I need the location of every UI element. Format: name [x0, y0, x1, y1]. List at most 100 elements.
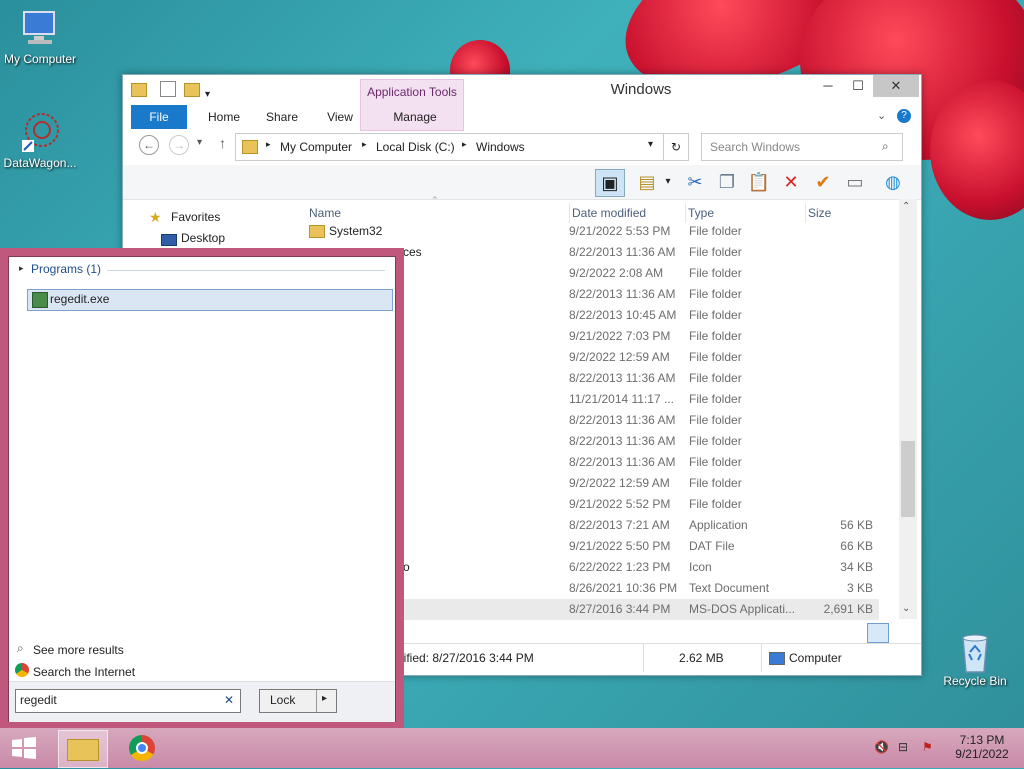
up-button[interactable]: ↑: [219, 135, 226, 151]
recent-locations-icon[interactable]: ▾: [197, 137, 202, 148]
taskbar-explorer[interactable]: [58, 730, 108, 768]
datawagon-icon: [20, 112, 60, 152]
refresh-button[interactable]: ↻: [663, 133, 689, 161]
nav-favorites[interactable]: Favorites: [171, 210, 220, 224]
scroll-up-arrow[interactable]: ⌃: [902, 201, 910, 212]
desktop-icon-my-computer[interactable]: My Computer: [0, 8, 80, 66]
table-row[interactable]: System32 9/21/2022 5:53 PM File folder: [303, 221, 879, 242]
chevron-down-icon[interactable]: ▾: [648, 139, 653, 150]
large-icons-view-button[interactable]: [893, 623, 911, 641]
paste-icon[interactable]: 📋: [745, 169, 773, 195]
search-box[interactable]: Search Windows ⌕: [701, 133, 903, 161]
cell-type: Text Document: [689, 581, 770, 595]
minimize-button[interactable]: ─: [813, 75, 843, 97]
see-more-results-link[interactable]: See more results: [33, 643, 124, 657]
tab-share[interactable]: Share: [253, 105, 311, 129]
column-header-type[interactable]: Type: [685, 203, 714, 223]
cell-date: 8/22/2013 11:36 AM: [569, 245, 676, 259]
forward-button[interactable]: →: [169, 135, 189, 155]
cell-type: File folder: [689, 413, 742, 427]
star-icon: ★: [149, 209, 162, 225]
desktop-icon-recycle-bin[interactable]: Recycle Bin: [935, 630, 1015, 688]
column-header-size[interactable]: Size: [805, 203, 831, 223]
cell-date: 9/2/2022 2:08 AM: [569, 266, 664, 280]
back-button[interactable]: ←: [139, 135, 159, 155]
cell-type: File folder: [689, 371, 742, 385]
power-options-arrow-icon[interactable]: ▸: [322, 693, 327, 704]
globe-icon[interactable]: ◍: [879, 169, 907, 195]
start-button[interactable]: [0, 730, 48, 766]
network-icon[interactable]: ⊟: [898, 740, 908, 754]
desktop-icon-label: DataWagon...: [3, 156, 77, 170]
taskbar-chrome[interactable]: [118, 730, 166, 766]
status-date-modified: lified: 8/27/2016 3:44 PM: [401, 651, 534, 665]
clock[interactable]: 7:13 PM 9/21/2022: [950, 733, 1014, 761]
cell-date: 9/2/2022 12:59 AM: [569, 350, 670, 364]
rename-icon[interactable]: ▭: [841, 169, 869, 195]
checkmark-icon[interactable]: ✔: [809, 169, 837, 195]
scroll-thumb[interactable]: [901, 441, 915, 517]
cell-type: File folder: [689, 308, 742, 322]
nav-desktop[interactable]: Desktop: [181, 231, 225, 245]
desktop-icon-datawagon[interactable]: DataWagon...: [0, 112, 80, 170]
cell-size: 56 KB: [840, 518, 873, 532]
status-divider: [643, 644, 644, 672]
sort-ascending-icon: ⌃: [431, 195, 439, 205]
tab-file[interactable]: File: [131, 105, 187, 129]
cell-date: 6/22/2022 1:23 PM: [569, 560, 671, 574]
maximize-button[interactable]: ☐: [843, 75, 873, 97]
help-icon[interactable]: ?: [897, 109, 911, 123]
status-size: 2.62 MB: [679, 651, 724, 665]
cell-type: File folder: [689, 245, 742, 259]
cell-type: File folder: [689, 476, 742, 490]
chevron-down-icon[interactable]: ▾: [661, 169, 675, 195]
column-header-name[interactable]: Name: [309, 203, 341, 223]
cell-date: 11/21/2014 11:17 ...: [569, 392, 674, 406]
clock-date: 9/21/2022: [955, 747, 1009, 761]
breadcrumb-local-disk[interactable]: Local Disk (C:): [376, 140, 455, 154]
clear-search-icon[interactable]: ✕: [224, 693, 234, 707]
cut-icon[interactable]: ✂: [681, 169, 709, 195]
programs-group-label[interactable]: Programs (1): [31, 262, 101, 276]
column-header-date[interactable]: Date modified: [569, 203, 646, 223]
expand-arrow-icon[interactable]: ▸: [19, 263, 24, 274]
search-placeholder: Search Windows: [710, 140, 801, 154]
vertical-scrollbar[interactable]: ⌃ ⌄: [899, 199, 917, 619]
status-divider: [761, 644, 762, 672]
preview-pane-icon[interactable]: ▣: [595, 169, 625, 197]
properties-folder-icon[interactable]: ▤: [633, 169, 661, 195]
search-internet-link[interactable]: Search the Internet: [33, 665, 135, 679]
lock-label: Lock: [270, 693, 296, 707]
cell-name: ces: [403, 245, 422, 259]
address-field[interactable]: ▸ My Computer ▸ Local Disk (C:) ▸ Window…: [235, 133, 665, 161]
tab-home[interactable]: Home: [195, 105, 253, 129]
status-location: Computer: [789, 651, 842, 665]
tab-view[interactable]: View: [311, 105, 369, 129]
search-results-pane: ▸ Programs (1) regedit.exe ⌕ See more re…: [8, 256, 396, 722]
cell-date: 8/22/2013 11:36 AM: [569, 434, 676, 448]
breadcrumb-my-computer[interactable]: My Computer: [280, 140, 352, 154]
title-bar[interactable]: ▾ Windows ─ ☐ ✕: [123, 75, 921, 105]
delete-icon[interactable]: ✕: [777, 169, 805, 195]
computer-icon: [20, 8, 60, 48]
cell-type: File folder: [689, 266, 742, 280]
details-view-button[interactable]: [867, 623, 889, 643]
action-center-icon[interactable]: ⚑: [922, 740, 933, 754]
result-label: regedit.exe: [50, 292, 110, 306]
collapse-ribbon-icon[interactable]: ⌄: [877, 109, 886, 122]
cell-date: 8/22/2013 11:36 AM: [569, 413, 676, 427]
close-button[interactable]: ✕: [873, 75, 919, 97]
folder-icon: [309, 225, 325, 238]
result-regedit[interactable]: regedit.exe: [27, 289, 393, 311]
search-query: regedit: [20, 693, 57, 707]
cell-type: DAT File: [689, 539, 735, 553]
copy-icon[interactable]: ❐: [713, 169, 741, 195]
scroll-down-arrow[interactable]: ⌄: [902, 603, 910, 614]
volume-muted-icon[interactable]: 🔇: [874, 740, 889, 754]
breadcrumb-windows[interactable]: Windows: [476, 140, 525, 154]
tab-manage[interactable]: Manage: [363, 105, 467, 129]
regedit-icon: [32, 292, 48, 308]
lock-button[interactable]: Lock ▸: [259, 689, 337, 713]
cell-size: 2,691 KB: [823, 602, 873, 616]
start-search-input[interactable]: regedit ✕: [15, 689, 241, 713]
